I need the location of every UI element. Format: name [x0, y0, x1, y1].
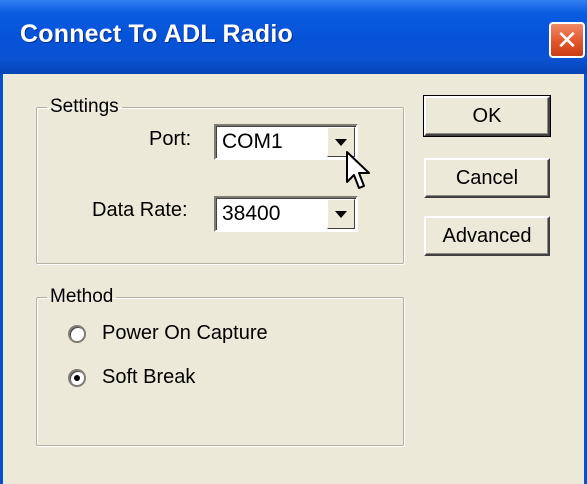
- title-bar[interactable]: Connect To ADL Radio ✕: [0, 0, 587, 74]
- close-icon: ✕: [556, 25, 578, 55]
- port-dropdown[interactable]: COM1: [214, 124, 358, 160]
- cancel-button[interactable]: Cancel: [424, 158, 550, 198]
- ok-button[interactable]: OK: [423, 95, 551, 137]
- radio-button[interactable]: [68, 324, 86, 343]
- radio-button-selected[interactable]: [68, 368, 86, 387]
- close-button[interactable]: ✕: [549, 22, 585, 58]
- port-label: Port:: [149, 128, 192, 150]
- data-rate-value: 38400: [222, 202, 281, 225]
- radio-power-on-capture[interactable]: Power On Capture: [68, 322, 268, 345]
- chevron-down-icon: [335, 210, 347, 218]
- data-rate-dropdown-button[interactable]: [327, 199, 355, 229]
- advanced-button[interactable]: Advanced: [424, 216, 550, 256]
- radio-label: Soft Break: [102, 366, 196, 388]
- port-value: COM1: [222, 130, 283, 153]
- radio-label: Power On Capture: [102, 322, 268, 344]
- chevron-down-icon: [335, 138, 347, 146]
- radio-soft-break[interactable]: Soft Break: [68, 366, 195, 389]
- settings-legend: Settings: [50, 96, 119, 117]
- data-rate-label: Data Rate:: [92, 199, 188, 221]
- data-rate-dropdown[interactable]: 38400: [214, 196, 358, 232]
- window-border-left: [0, 74, 3, 484]
- radio-dot-icon: [74, 374, 80, 381]
- mouse-pointer-icon: [346, 151, 370, 189]
- method-legend: Method: [50, 286, 114, 307]
- window-title: Connect To ADL Radio: [20, 20, 293, 48]
